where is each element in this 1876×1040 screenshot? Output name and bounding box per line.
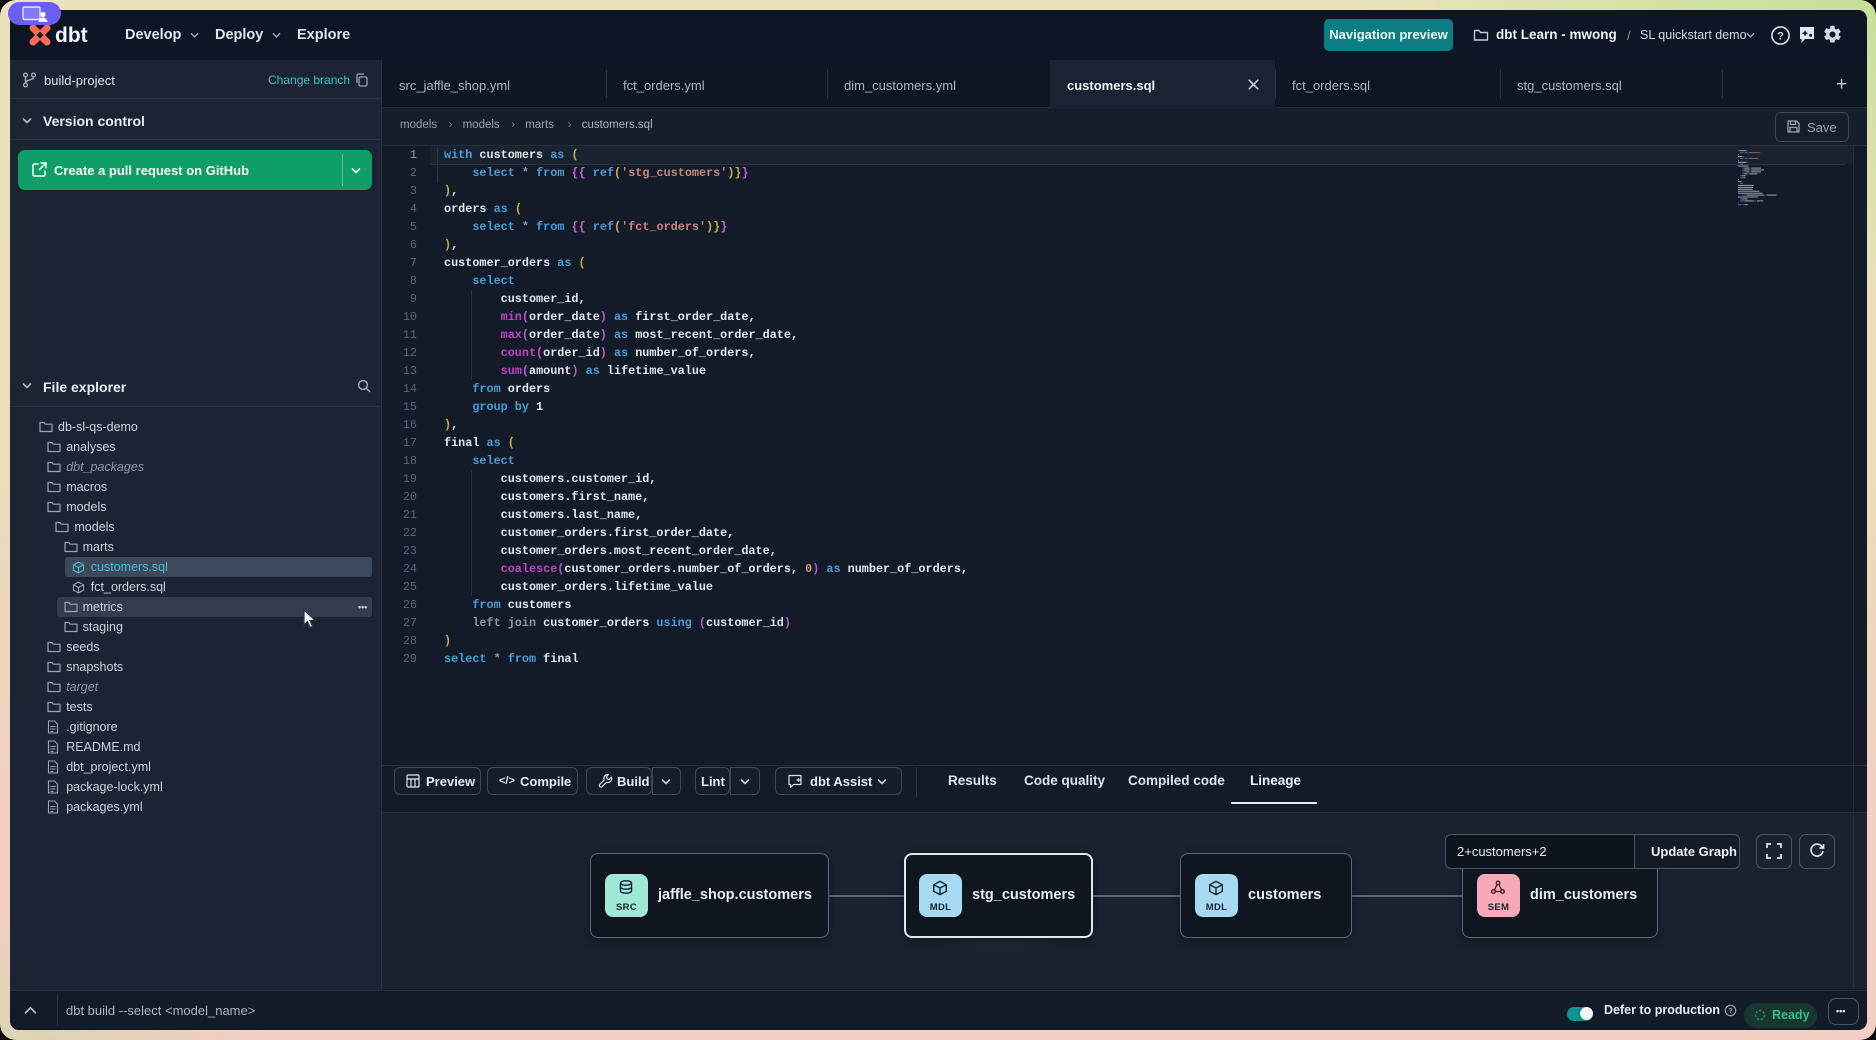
svg-text:?: ? [1777, 31, 1784, 43]
svg-text:?: ? [1728, 1006, 1733, 1015]
